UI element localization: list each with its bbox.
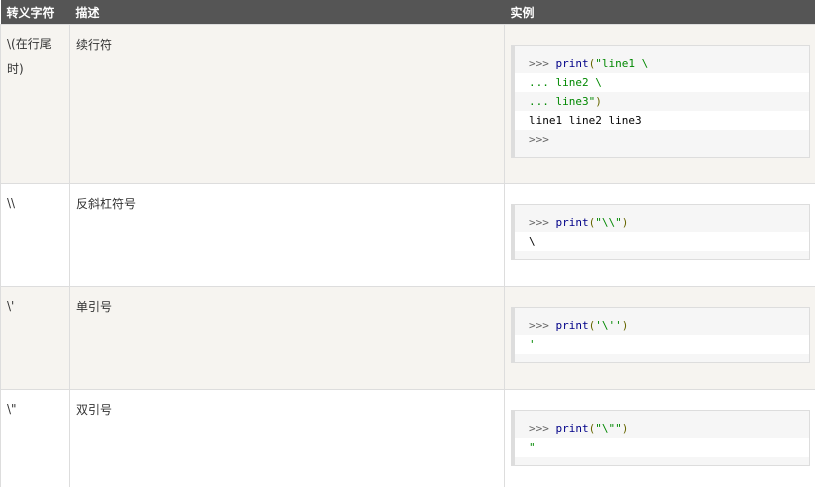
paren-close: ) (621, 422, 629, 435)
code-line: >>> (515, 130, 809, 149)
code-block: >>> print('\'') ' (511, 307, 810, 363)
output-text: ' (529, 338, 536, 351)
code-line: >>> print("\"") (515, 419, 809, 438)
table-header-row: 转义字符 描述 实例 (0, 0, 815, 25)
output-text: " (529, 441, 536, 454)
table-row: \\ 反斜杠符号 >>> print("\\") \ (0, 183, 815, 287)
code-block: >>> print("line1 \ ... line2 \ ... line3… (511, 45, 810, 158)
table-row: \" 双引号 >>> print("\"") " (0, 389, 815, 487)
code-line: ' (515, 335, 809, 354)
code-line: ... line3") (515, 92, 809, 111)
string-literal: "line1 \ (595, 57, 649, 70)
function-name: print (555, 319, 589, 332)
escape-char-cell: \\ (0, 183, 70, 287)
description-cell: 续行符 (69, 24, 505, 184)
string-literal: "\"" (595, 422, 622, 435)
paren-close: ) (621, 319, 629, 332)
header-escape-char: 转义字符 (0, 0, 70, 25)
function-name: print (555, 422, 589, 435)
header-description: 描述 (69, 0, 505, 25)
description-cell: 双引号 (69, 389, 505, 487)
output-text: \ (529, 235, 536, 248)
example-cell: >>> print("\"") " (504, 389, 815, 487)
example-cell: >>> print("line1 \ ... line2 \ ... line3… (504, 24, 815, 184)
code-line: >>> print("line1 \ (515, 54, 809, 73)
code-line: >>> print('\'') (515, 316, 809, 335)
code-line: >>> print("\\") (515, 213, 809, 232)
escape-chars-table: 转义字符 描述 实例 \(在行尾时) 续行符 >>> print("line1 … (0, 0, 815, 487)
prompt-text: >>> (529, 57, 556, 70)
code-line: " (515, 438, 809, 457)
prompt-text: >>> (529, 216, 556, 229)
example-cell: >>> print("\\") \ (504, 183, 815, 287)
prompt-text: >>> (529, 319, 556, 332)
string-literal: "\\" (595, 216, 622, 229)
prompt-text: >>> (529, 133, 549, 146)
table-row: \' 单引号 >>> print('\'') ' (0, 286, 815, 390)
code-line: \ (515, 232, 809, 251)
escape-char-cell: \' (0, 286, 70, 390)
paren-close: ) (621, 216, 629, 229)
string-literal: ... line2 \ (529, 76, 602, 89)
prompt-text: >>> (529, 422, 556, 435)
string-literal: '\'' (595, 319, 622, 332)
code-block: >>> print("\"") " (511, 410, 810, 466)
escape-char-cell: \(在行尾时) (0, 24, 70, 184)
function-name: print (555, 57, 589, 70)
code-line: line1 line2 line3 (515, 111, 809, 130)
code-block: >>> print("\\") \ (511, 204, 810, 260)
code-line: ... line2 \ (515, 73, 809, 92)
paren-close: ) (595, 95, 602, 108)
output-text: line1 line2 line3 (529, 114, 642, 127)
description-cell: 单引号 (69, 286, 505, 390)
description-cell: 反斜杠符号 (69, 183, 505, 287)
table-row: \(在行尾时) 续行符 >>> print("line1 \ ... line2… (0, 24, 815, 184)
header-example: 实例 (504, 0, 815, 25)
function-name: print (555, 216, 589, 229)
escape-char-cell: \" (0, 389, 70, 487)
example-cell: >>> print('\'') ' (504, 286, 815, 390)
string-literal: ... line3" (529, 95, 596, 108)
